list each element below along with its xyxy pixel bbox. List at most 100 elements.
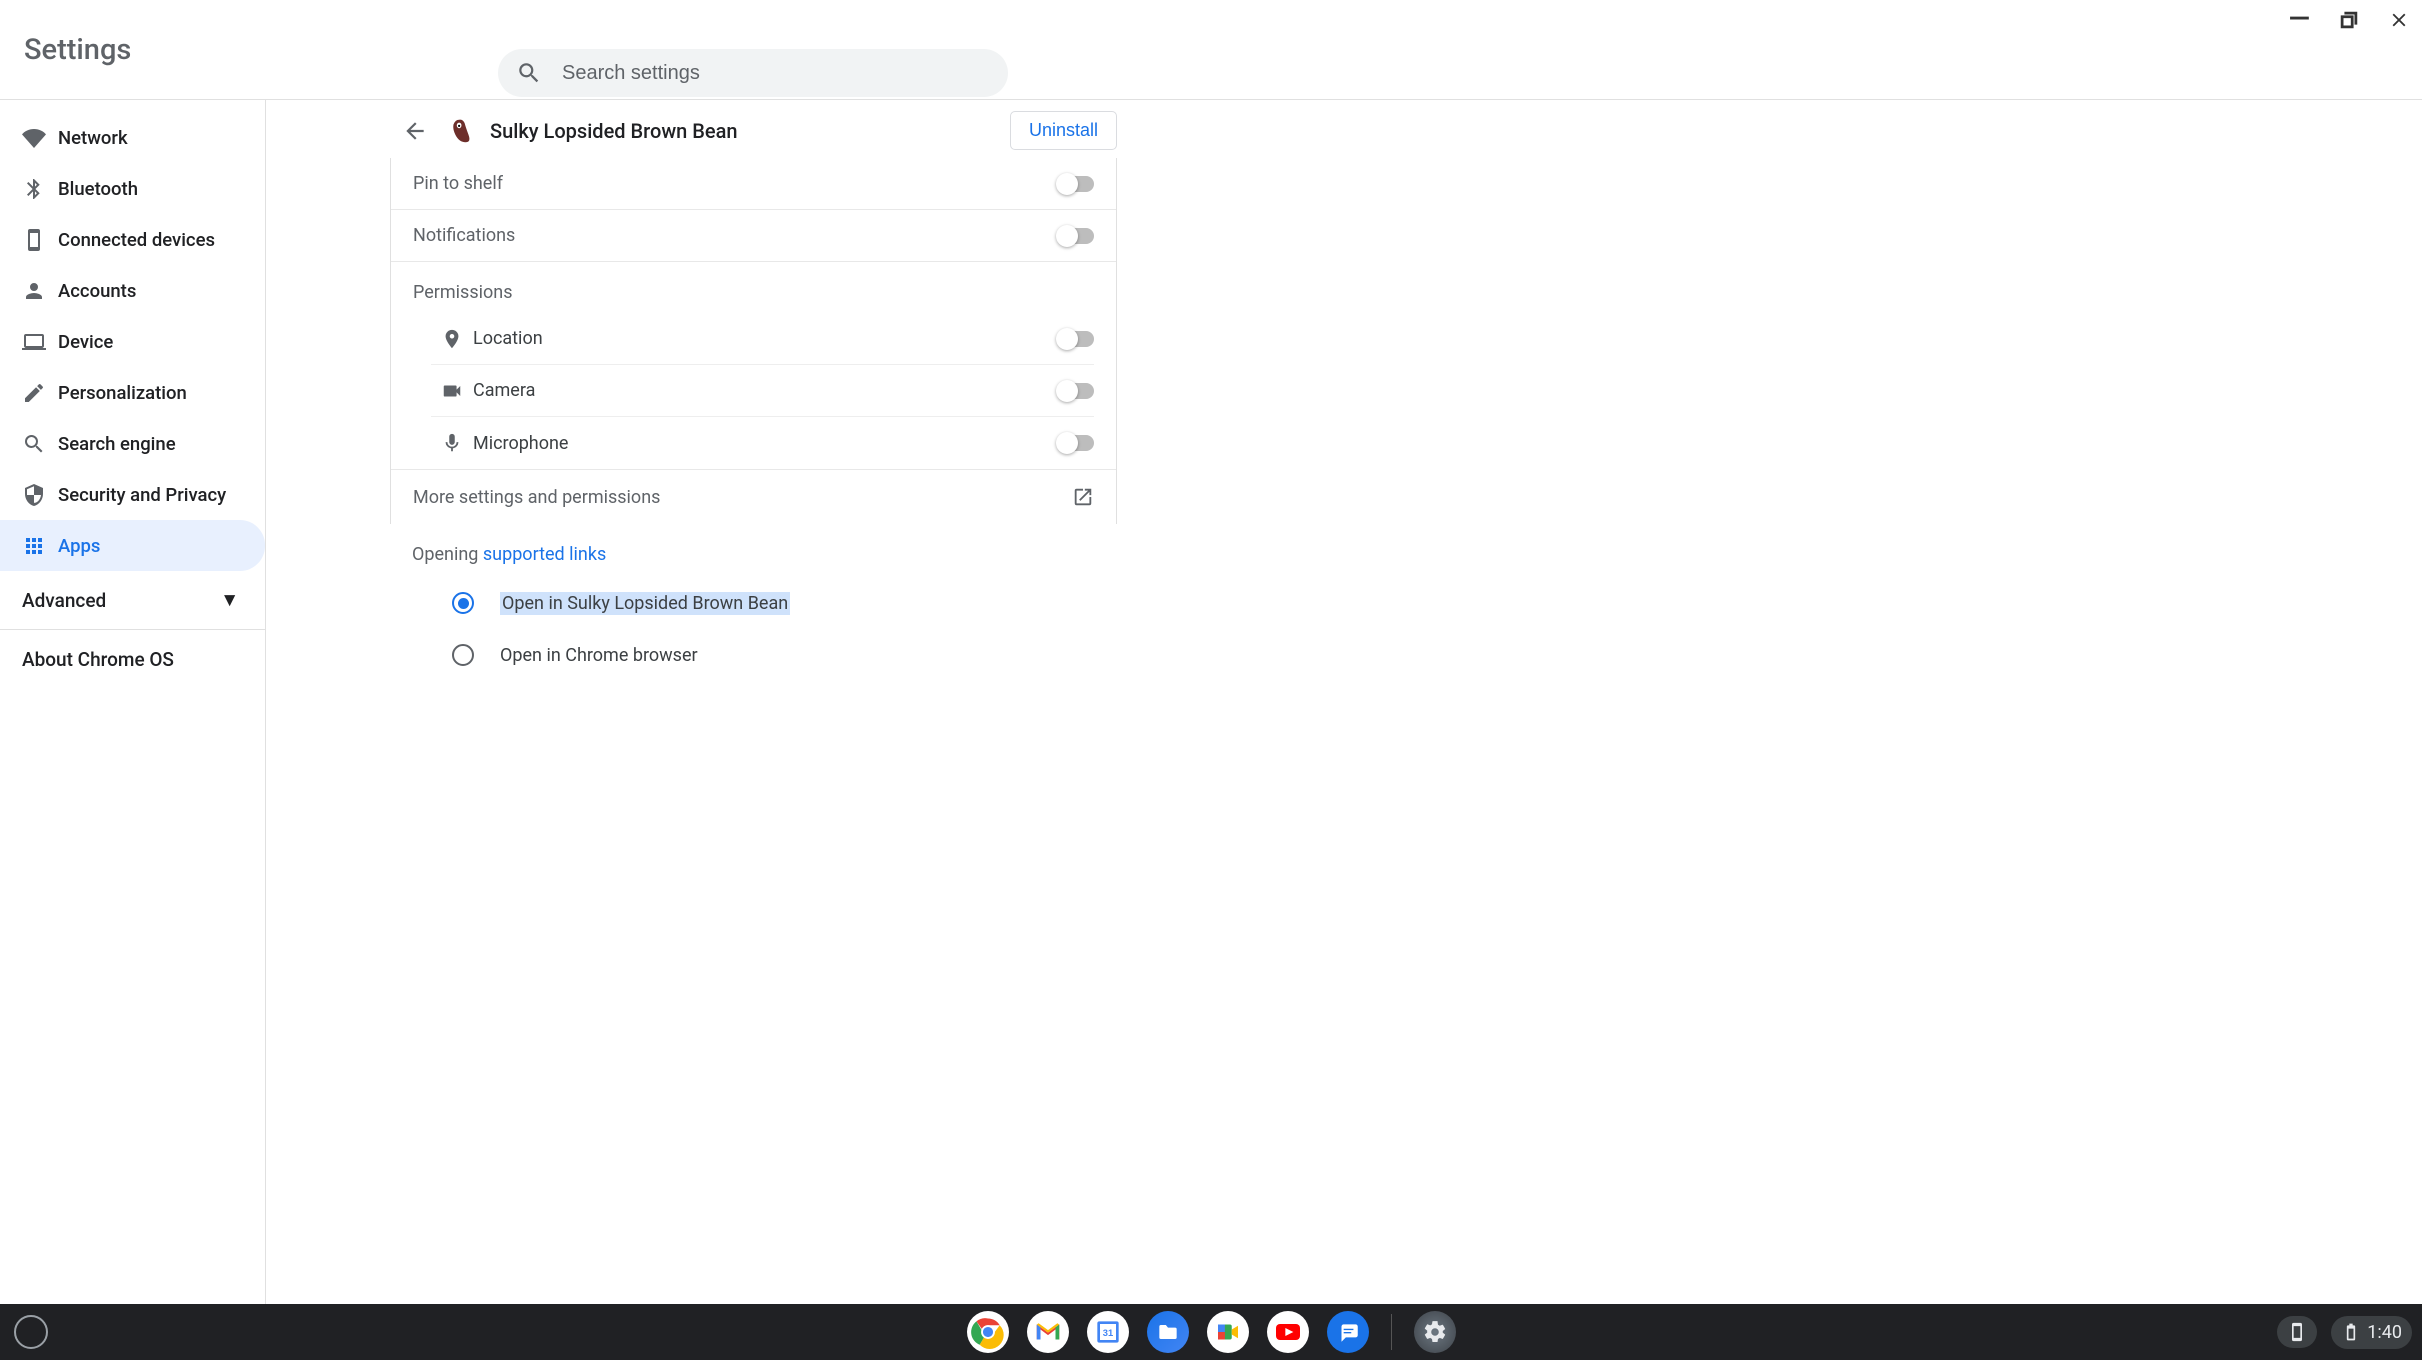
chrome-icon bbox=[970, 1314, 1006, 1350]
sidebar-advanced[interactable]: Advanced ▼ bbox=[0, 571, 265, 629]
shelf-app-messages[interactable] bbox=[1327, 1311, 1369, 1353]
messages-icon bbox=[1335, 1319, 1361, 1345]
shelf-app-calendar[interactable]: 31 bbox=[1087, 1311, 1129, 1353]
location-icon bbox=[431, 328, 473, 350]
microphone-toggle[interactable] bbox=[1058, 435, 1094, 451]
battery-icon bbox=[2341, 1322, 2361, 1342]
radio-label: Open in Sulky Lopsided Brown Bean bbox=[500, 592, 790, 615]
sidebar-item-label: Network bbox=[58, 127, 128, 149]
notifications-toggle[interactable] bbox=[1058, 228, 1094, 244]
back-button[interactable] bbox=[396, 112, 434, 150]
sidebar-item-device[interactable]: Device bbox=[0, 316, 265, 367]
bluetooth-icon bbox=[22, 177, 58, 201]
sidebar-item-label: Search engine bbox=[58, 433, 176, 455]
search-input[interactable] bbox=[562, 62, 990, 85]
sidebar-item-personalization[interactable]: Personalization bbox=[0, 367, 265, 418]
wifi-icon bbox=[22, 126, 58, 150]
launcher-button[interactable] bbox=[14, 1315, 48, 1349]
advanced-label: Advanced bbox=[22, 589, 106, 612]
permission-label: Microphone bbox=[473, 433, 1058, 454]
pin-to-shelf-label: Pin to shelf bbox=[413, 173, 503, 194]
permission-row-location: Location bbox=[431, 313, 1094, 365]
shelf-app-meet[interactable] bbox=[1207, 1311, 1249, 1353]
shelf-app-files[interactable] bbox=[1147, 1311, 1189, 1353]
sidebar-item-connected-devices[interactable]: Connected devices bbox=[0, 214, 265, 265]
sidebar-item-search-engine[interactable]: Search engine bbox=[0, 418, 265, 469]
sidebar-item-label: Personalization bbox=[58, 382, 187, 404]
camera-icon bbox=[431, 380, 473, 402]
permissions-header: Permissions bbox=[391, 262, 1116, 313]
radio-open-in-chrome[interactable]: Open in Chrome browser bbox=[452, 629, 1117, 681]
status-tray[interactable]: 1:40 bbox=[2331, 1316, 2412, 1349]
notifications-label: Notifications bbox=[413, 225, 515, 246]
system-tray[interactable]: 1:40 bbox=[2277, 1316, 2412, 1349]
arrow-back-icon bbox=[402, 118, 428, 144]
sidebar-item-label: Accounts bbox=[58, 280, 136, 302]
window-close-icon[interactable] bbox=[2388, 8, 2410, 36]
permission-label: Camera bbox=[473, 380, 1058, 401]
gmail-icon bbox=[1033, 1317, 1063, 1347]
clock: 1:40 bbox=[2367, 1322, 2402, 1343]
shield-icon bbox=[22, 483, 58, 507]
search-icon bbox=[22, 432, 58, 456]
notifications-tray[interactable] bbox=[2277, 1316, 2317, 1348]
phone-icon bbox=[2287, 1322, 2307, 1342]
link-handling-radio-group: Open in Sulky Lopsided Brown Bean Open i… bbox=[390, 565, 1117, 681]
shelf-app-settings[interactable] bbox=[1414, 1311, 1456, 1353]
permission-row-microphone: Microphone bbox=[431, 417, 1094, 469]
radio-icon bbox=[452, 644, 474, 666]
sidebar-item-label: Device bbox=[58, 331, 113, 353]
search-box[interactable] bbox=[498, 49, 1008, 97]
pin-to-shelf-toggle[interactable] bbox=[1058, 176, 1094, 192]
chevron-down-icon: ▼ bbox=[220, 588, 239, 612]
window-restore-icon[interactable] bbox=[2338, 8, 2360, 36]
supported-links-link[interactable]: supported links bbox=[483, 544, 606, 565]
sidebar-item-label: Apps bbox=[58, 535, 100, 557]
open-external-icon bbox=[1072, 486, 1094, 508]
shelf-app-gmail[interactable] bbox=[1027, 1311, 1069, 1353]
sidebar-item-network[interactable]: Network bbox=[0, 112, 265, 163]
search-icon bbox=[516, 60, 542, 86]
permission-label: Location bbox=[473, 328, 1058, 349]
shelf: 31 bbox=[0, 1304, 2422, 1360]
radio-label: Open in Chrome browser bbox=[500, 645, 698, 666]
radio-icon bbox=[452, 592, 474, 614]
sidebar: Network Bluetooth Connected devices Acco… bbox=[0, 100, 265, 1304]
gear-icon bbox=[1422, 1319, 1448, 1345]
person-icon bbox=[22, 279, 58, 303]
sidebar-item-label: Bluetooth bbox=[58, 178, 138, 200]
uninstall-button[interactable]: Uninstall bbox=[1010, 111, 1117, 150]
meet-icon bbox=[1213, 1317, 1243, 1347]
radio-open-in-app[interactable]: Open in Sulky Lopsided Brown Bean bbox=[452, 577, 1117, 629]
sidebar-item-apps[interactable]: Apps bbox=[0, 520, 265, 571]
opening-prefix: Opening bbox=[412, 544, 483, 565]
youtube-icon bbox=[1272, 1316, 1304, 1348]
shelf-divider bbox=[1391, 1314, 1392, 1350]
app-name: Sulky Lopsided Brown Bean bbox=[490, 119, 1010, 143]
calendar-icon: 31 bbox=[1092, 1316, 1124, 1348]
files-icon bbox=[1155, 1319, 1181, 1345]
sidebar-item-label: Security and Privacy bbox=[58, 484, 226, 506]
sidebar-item-bluetooth[interactable]: Bluetooth bbox=[0, 163, 265, 214]
camera-toggle[interactable] bbox=[1058, 383, 1094, 399]
shelf-app-youtube[interactable] bbox=[1267, 1311, 1309, 1353]
laptop-icon bbox=[22, 330, 58, 354]
sidebar-about[interactable]: About Chrome OS bbox=[0, 630, 265, 688]
microphone-icon bbox=[431, 432, 473, 454]
sidebar-item-security[interactable]: Security and Privacy bbox=[0, 469, 265, 520]
location-toggle[interactable] bbox=[1058, 331, 1094, 347]
apps-icon bbox=[22, 534, 58, 558]
app-title: Settings bbox=[0, 33, 131, 67]
more-settings-label: More settings and permissions bbox=[413, 487, 660, 508]
opening-supported-links: Opening supported links bbox=[390, 524, 1117, 565]
more-settings-row[interactable]: More settings and permissions bbox=[391, 469, 1116, 524]
sidebar-item-accounts[interactable]: Accounts bbox=[0, 265, 265, 316]
row-pin-to-shelf: Pin to shelf bbox=[391, 158, 1116, 210]
window-minimize-icon[interactable]: — bbox=[2289, 5, 2310, 33]
app-icon bbox=[446, 116, 476, 146]
detail-header: Sulky Lopsided Brown Bean Uninstall bbox=[390, 100, 1117, 158]
svg-text:31: 31 bbox=[1102, 1328, 1112, 1338]
shelf-app-chrome[interactable] bbox=[967, 1311, 1009, 1353]
about-label: About Chrome OS bbox=[22, 648, 174, 671]
edit-icon bbox=[22, 381, 58, 405]
